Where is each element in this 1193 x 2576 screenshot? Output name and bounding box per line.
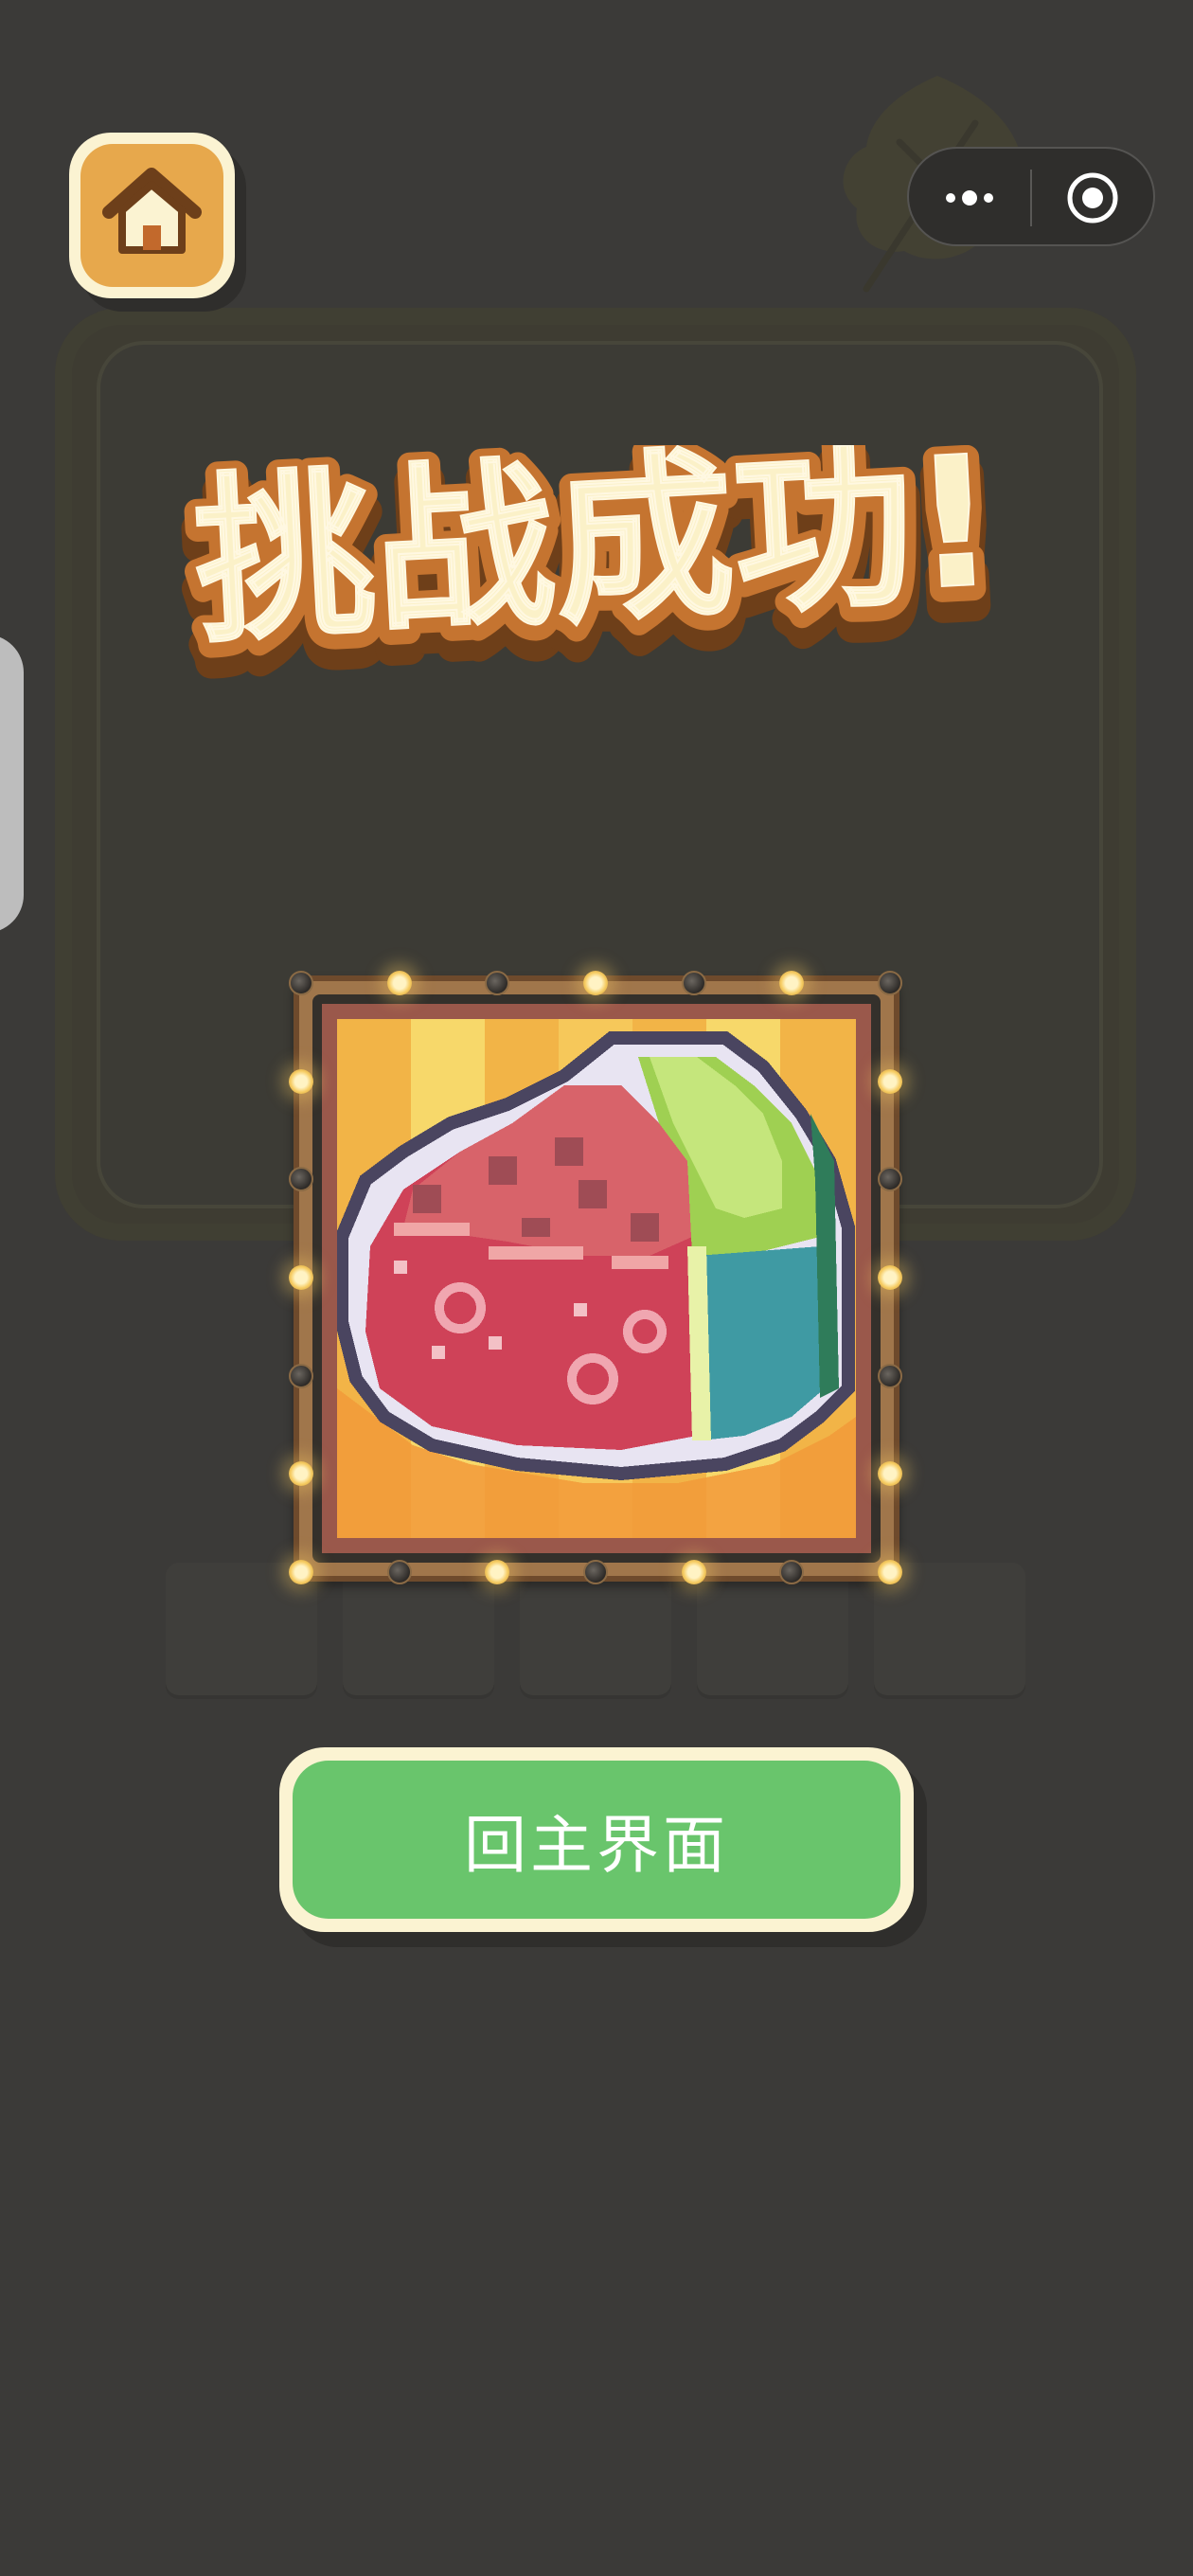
frame-light-bulb [289,1068,313,1094]
frame-light-bulb [878,1461,902,1487]
frame-rivet [681,971,706,995]
empty-slot [343,1563,494,1695]
frame-light-bulb [289,1560,313,1584]
back-to-main-label: 回主界面 [464,1808,729,1882]
frame-light-bulb [386,971,412,995]
frame-rivet [878,971,902,995]
frame-light-bulb [681,1560,706,1584]
empty-slot [697,1563,848,1695]
home-icon [102,168,202,254]
frame-rivet [583,1560,608,1584]
capsule-divider [1030,170,1032,226]
frame-light-bulb [878,1068,902,1094]
frame-rivet [386,1560,412,1584]
frame-light-bulb [583,971,608,995]
frame-light-bulb [289,1461,313,1487]
success-title: 挑战成功! 挑战成功! 挑战成功! [174,445,1018,691]
frame-light-bulb [878,1560,902,1584]
watermelon-pixel-art [337,1019,856,1538]
frame-rivet [289,1167,313,1192]
frame-light-bulb [289,1265,313,1290]
mini-program-capsule [907,147,1155,246]
back-to-main-button[interactable]: 回主界面 [279,1747,914,1932]
more-dots-icon[interactable] [941,177,998,219]
frame-rivet [485,971,510,995]
frame-rivet [289,1363,313,1388]
frame-light-bulb [779,971,805,995]
frame-rivet [779,1560,805,1584]
frame-light-bulb [485,1560,510,1584]
frame-rivet [289,971,313,995]
target-circle-icon[interactable] [1065,170,1120,225]
frame-light-bulb [878,1265,902,1290]
home-button[interactable] [69,133,235,298]
empty-slot [874,1563,1025,1695]
frame-rivet [878,1167,902,1192]
frame-rivet [878,1363,902,1388]
